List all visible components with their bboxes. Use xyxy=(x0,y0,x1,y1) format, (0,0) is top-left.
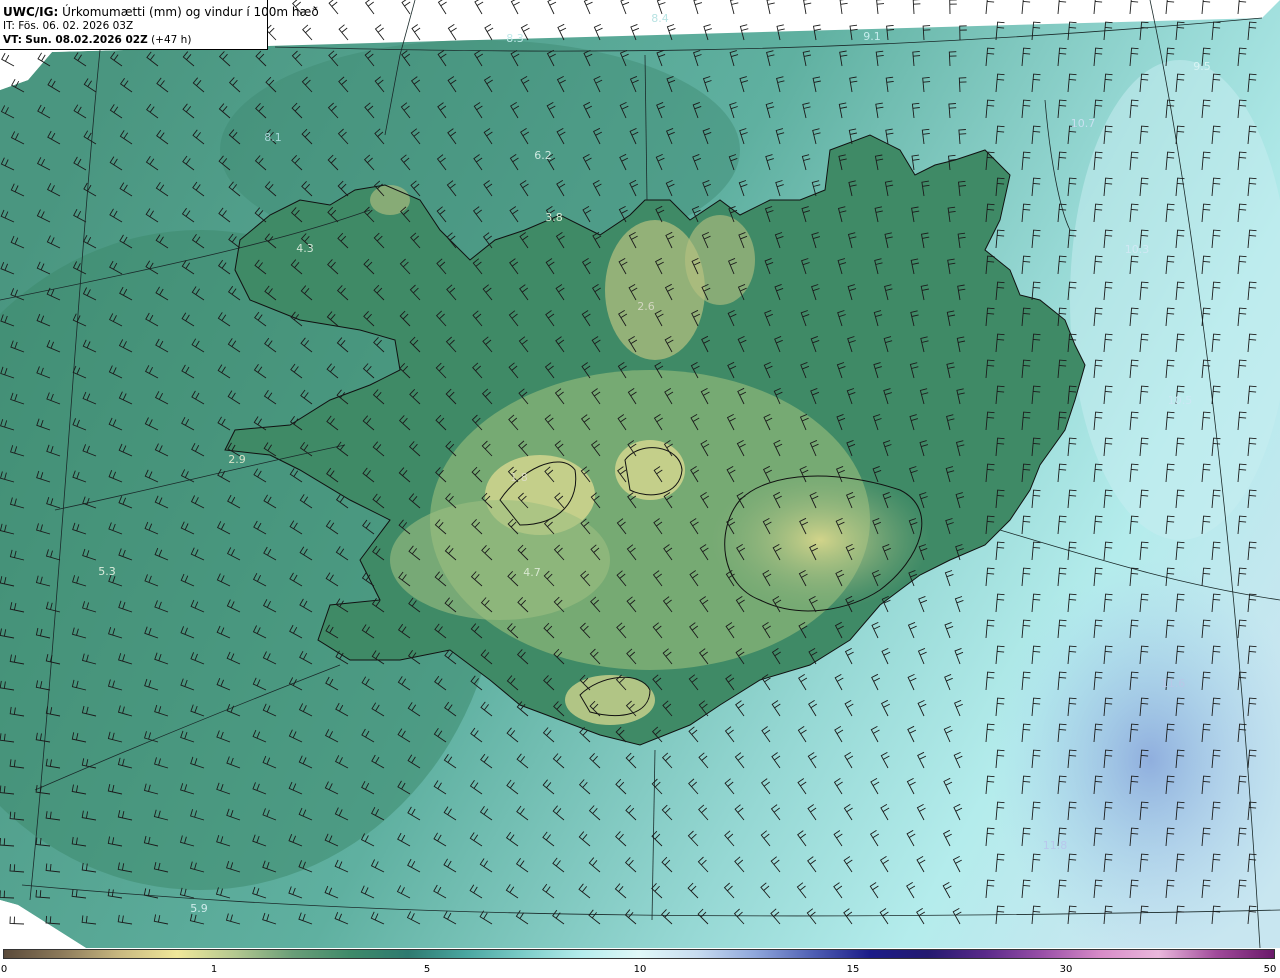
precip-value-label: 3.8 xyxy=(545,211,563,224)
cb-tick-label: 0 xyxy=(0,964,8,975)
precip-value-label: 9.1 xyxy=(863,30,881,43)
wind-barb xyxy=(729,0,739,15)
model-source: UWC/IG: xyxy=(3,5,59,19)
wind-barb xyxy=(839,0,848,15)
wind-barb xyxy=(1021,0,1031,15)
cb-tick-label: 5 xyxy=(423,964,431,975)
lead-time: (+47 h) xyxy=(151,34,192,46)
precip-value-label: 10.7 xyxy=(1071,117,1096,130)
precip-value-label: 10.5 xyxy=(1168,394,1193,407)
valid-prefix: VT: xyxy=(3,34,22,46)
precip-value-label: 2.6 xyxy=(637,300,655,313)
wind-barb xyxy=(1057,0,1067,15)
wind-barb xyxy=(1093,0,1103,15)
precip-value-label: 4.3 xyxy=(296,242,314,255)
valid-time-row: VT: Sun. 08.02.2026 02Z (+47 h) xyxy=(3,33,264,47)
wind-barb xyxy=(547,0,557,15)
cb-tick-label: 15 xyxy=(846,964,860,975)
init-time-row: IT: Fös. 06. 02. 2026 03Z xyxy=(3,19,264,33)
wind-barb xyxy=(364,0,375,15)
cb-tick-label: 10 xyxy=(633,964,647,975)
precip-value-label: 11.8 xyxy=(1043,839,1068,852)
wind-barb xyxy=(876,0,885,15)
map-header: UWC/IG: Úrkomumætti (mm) og vindur í 100… xyxy=(0,0,319,50)
wind-barb xyxy=(302,24,313,41)
wind-barb xyxy=(1129,0,1139,15)
cb-tick-label: 1 xyxy=(210,964,218,975)
wind-barb xyxy=(803,0,812,15)
precip-value-label: 11.6 xyxy=(1161,677,1186,690)
wind-barb xyxy=(620,0,630,15)
wind-barb xyxy=(1165,0,1175,15)
wind-barb xyxy=(374,24,385,41)
wind-barb xyxy=(693,0,703,15)
precip-value-label: 8.3 xyxy=(506,32,524,45)
precip-value-label: 4.7 xyxy=(523,566,541,579)
wind-barb xyxy=(447,24,457,41)
init-time: Fös. 06. 02. 2026 03Z xyxy=(18,20,134,32)
wind-barb xyxy=(985,0,995,15)
cb-tick-label: 30 xyxy=(1059,964,1073,975)
cb-tick-label: 50 xyxy=(1263,964,1277,975)
header-title-row: UWC/IG: Úrkomumætti (mm) og vindur í 100… xyxy=(3,5,319,19)
wind-barb xyxy=(328,0,339,15)
wind-barb xyxy=(1237,0,1247,15)
wind-barb xyxy=(583,0,593,15)
valid-time: Sun. 08.02.2026 02Z xyxy=(25,34,148,46)
precip-value-label: 5.9 xyxy=(190,902,208,915)
init-prefix: IT: xyxy=(3,20,15,32)
wind-barb xyxy=(1201,0,1211,15)
product-title: Úrkomumætti (mm) og vindur í 100m hæð xyxy=(62,5,319,19)
wind-barb xyxy=(766,0,775,15)
wind-barb xyxy=(338,24,349,41)
wind-barb xyxy=(474,0,484,15)
colorbar xyxy=(3,949,1275,959)
precip-value-label: 6.2 xyxy=(534,149,552,162)
wind-barb xyxy=(411,24,421,41)
precip-value-label: 1.8 xyxy=(510,471,528,484)
precip-value-label: 9.5 xyxy=(1193,60,1211,73)
forecast-map: 8.4 8.3 9.1 8.1 6.2 9.5 10.7 4.3 3.8 2.6… xyxy=(0,0,1280,948)
precip-value-label: 8.4 xyxy=(651,12,669,25)
precip-value-label: 10.3 xyxy=(1125,243,1150,256)
wind-barb xyxy=(912,0,921,15)
precip-value-label: 2.9 xyxy=(228,453,246,466)
wind-barb xyxy=(401,0,411,15)
precip-value-label: 5.3 xyxy=(98,565,116,578)
precip-value-label: 8.1 xyxy=(264,131,282,144)
wind-barb xyxy=(484,24,494,41)
wind-barb xyxy=(510,0,520,15)
wind-barb xyxy=(437,0,447,15)
colorbar-legend: 0 1 5 10 15 30 50 xyxy=(0,948,1280,978)
wind-barb xyxy=(949,0,957,15)
